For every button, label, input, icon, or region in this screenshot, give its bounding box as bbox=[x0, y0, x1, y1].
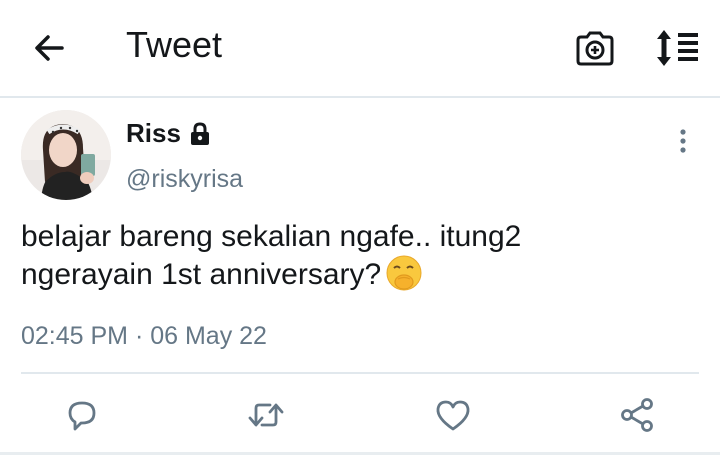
tweet-text-line-2: ngerayain 1st anniversary? bbox=[21, 255, 701, 295]
sort-icon[interactable] bbox=[654, 28, 700, 68]
retweet-icon[interactable] bbox=[246, 396, 286, 434]
lock-icon bbox=[190, 121, 209, 145]
camera-add-icon[interactable] bbox=[574, 28, 616, 68]
shushing-face-emoji bbox=[386, 255, 422, 291]
display-name[interactable]: Riss bbox=[126, 118, 211, 149]
action-bar bbox=[0, 382, 720, 448]
share-icon[interactable] bbox=[618, 396, 658, 434]
back-arrow-icon[interactable] bbox=[30, 28, 70, 68]
reply-icon[interactable] bbox=[62, 396, 102, 434]
divider bbox=[21, 372, 699, 374]
heart-icon[interactable] bbox=[433, 396, 473, 434]
more-options-icon[interactable] bbox=[672, 126, 694, 156]
tweet-timestamp: 02:45 PM · 06 May 22 bbox=[21, 322, 267, 350]
tweet-text: belajar bareng sekalian ngafe.. itung2 n… bbox=[21, 218, 701, 295]
user-handle[interactable]: @riskyrisa bbox=[126, 165, 243, 194]
avatar[interactable] bbox=[21, 110, 111, 200]
page-title: Tweet bbox=[126, 24, 223, 65]
tweet-text-segment: ngerayain 1st anniversary? bbox=[21, 258, 382, 291]
tweet-text-line: belajar bareng sekalian ngafe.. itung2 bbox=[21, 220, 522, 253]
bottom-divider bbox=[0, 452, 720, 455]
display-name-text: Riss bbox=[126, 118, 181, 148]
top-bar: Tweet bbox=[0, 0, 720, 98]
